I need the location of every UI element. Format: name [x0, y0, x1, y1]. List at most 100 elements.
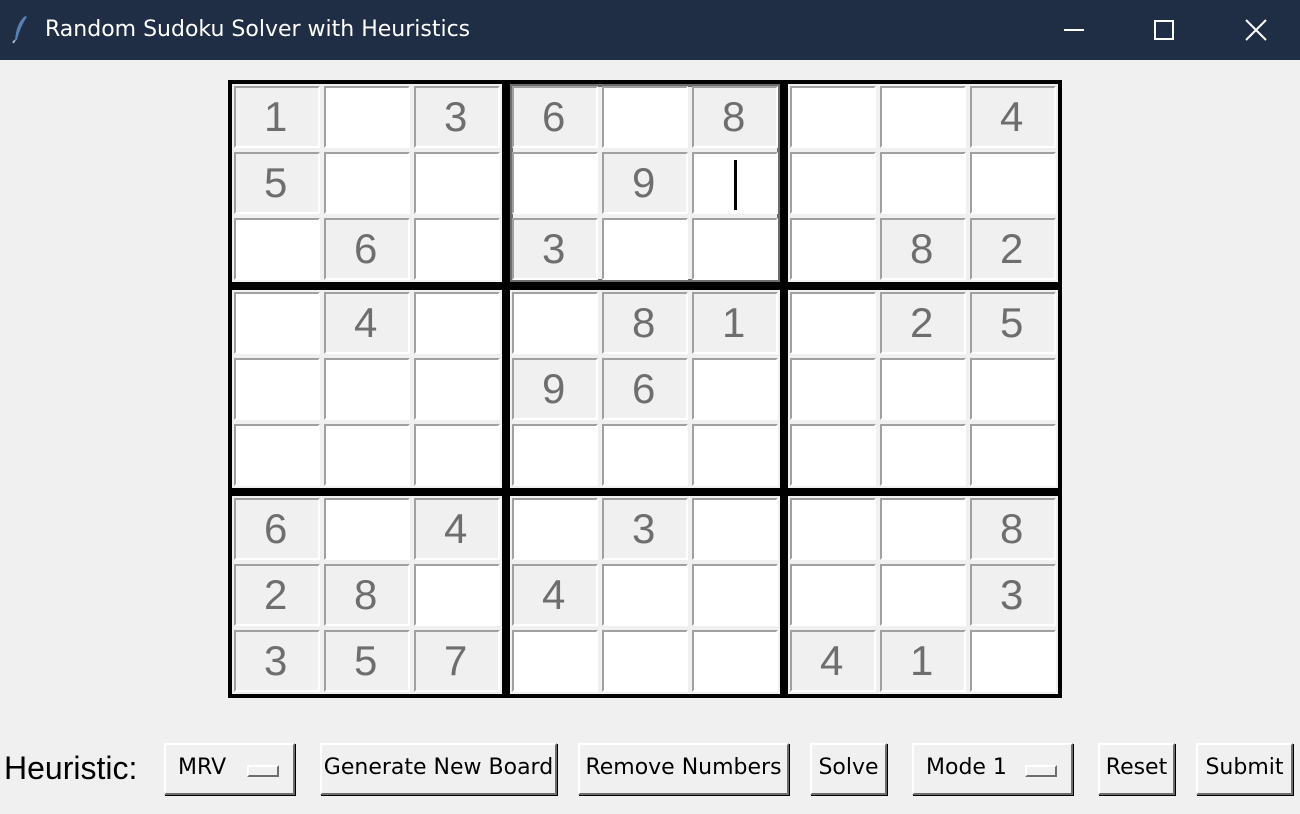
maximize-button[interactable]: [1118, 0, 1208, 60]
sudoku-cell[interactable]: 6: [324, 218, 410, 280]
close-icon: [1245, 19, 1267, 41]
sudoku-cell[interactable]: [970, 152, 1056, 214]
sudoku-cell[interactable]: [414, 358, 500, 420]
sudoku-cell[interactable]: 7: [414, 630, 500, 692]
sudoku-cell[interactable]: [324, 152, 410, 214]
sudoku-cell[interactable]: [414, 564, 500, 626]
sudoku-cell[interactable]: [880, 498, 966, 560]
solve-button[interactable]: Solve: [810, 743, 887, 795]
sudoku-cell[interactable]: 8: [324, 564, 410, 626]
sudoku-cell[interactable]: [880, 358, 966, 420]
sudoku-cell[interactable]: 5: [970, 292, 1056, 354]
sudoku-cell[interactable]: 3: [414, 86, 500, 148]
sudoku-cell[interactable]: [790, 498, 876, 560]
sudoku-cell[interactable]: [790, 86, 876, 148]
submit-button[interactable]: Submit: [1196, 743, 1293, 795]
sudoku-cell[interactable]: 3: [602, 498, 688, 560]
sudoku-cell[interactable]: [234, 218, 320, 280]
sudoku-cell[interactable]: [512, 292, 598, 354]
sudoku-cell[interactable]: 1: [234, 86, 320, 148]
text-cursor: [734, 160, 737, 210]
sudoku-cell[interactable]: [234, 358, 320, 420]
sudoku-cell[interactable]: [692, 630, 778, 692]
sudoku-cell[interactable]: [324, 498, 410, 560]
sudoku-cell[interactable]: [970, 358, 1056, 420]
sudoku-box: 83 41: [788, 496, 1058, 694]
sudoku-cell[interactable]: [692, 498, 778, 560]
sudoku-cell[interactable]: [414, 424, 500, 486]
sudoku-cell[interactable]: [692, 358, 778, 420]
sudoku-cell[interactable]: [880, 424, 966, 486]
sudoku-cell[interactable]: 8: [692, 86, 778, 148]
sudoku-cell[interactable]: [692, 564, 778, 626]
mode-value: Mode 1: [926, 755, 1007, 780]
title-bar: Random Sudoku Solver with Heuristics: [0, 0, 1300, 60]
sudoku-cell[interactable]: [324, 358, 410, 420]
sudoku-cell[interactable]: [970, 630, 1056, 692]
remove-numbers-button[interactable]: Remove Numbers: [578, 743, 789, 795]
sudoku-cell[interactable]: 3: [512, 218, 598, 280]
sudoku-cell[interactable]: [692, 218, 778, 280]
sudoku-cell[interactable]: 6: [602, 358, 688, 420]
sudoku-box: 4: [232, 290, 502, 488]
sudoku-cell[interactable]: [602, 86, 688, 148]
sudoku-cell[interactable]: 8: [602, 292, 688, 354]
sudoku-cell[interactable]: 1: [880, 630, 966, 692]
sudoku-cell[interactable]: 9: [602, 152, 688, 214]
sudoku-box: 6 4 28357: [232, 496, 502, 694]
sudoku-cell[interactable]: [234, 424, 320, 486]
sudoku-cell[interactable]: [234, 292, 320, 354]
sudoku-cell[interactable]: [414, 292, 500, 354]
sudoku-cell[interactable]: [790, 218, 876, 280]
minimize-button[interactable]: [1028, 0, 1118, 60]
sudoku-cell[interactable]: [512, 424, 598, 486]
sudoku-cell[interactable]: 2: [970, 218, 1056, 280]
sudoku-cell[interactable]: [602, 424, 688, 486]
sudoku-cell[interactable]: [790, 292, 876, 354]
sudoku-cell[interactable]: 8: [880, 218, 966, 280]
sudoku-cell[interactable]: [880, 86, 966, 148]
sudoku-cell[interactable]: 4: [414, 498, 500, 560]
maximize-icon: [1154, 20, 1174, 40]
sudoku-cell[interactable]: 3: [234, 630, 320, 692]
sudoku-cell[interactable]: [602, 564, 688, 626]
generate-new-board-button[interactable]: Generate New Board: [320, 743, 557, 795]
close-button[interactable]: [1210, 0, 1300, 60]
sudoku-cell[interactable]: 3: [970, 564, 1056, 626]
sudoku-cell[interactable]: [790, 564, 876, 626]
sudoku-cell[interactable]: [880, 152, 966, 214]
sudoku-cell[interactable]: 2: [234, 564, 320, 626]
sudoku-cell[interactable]: [414, 152, 500, 214]
dropdown-indicator-icon: [247, 765, 279, 777]
mode-dropdown[interactable]: Mode 1: [912, 743, 1073, 795]
reset-button[interactable]: Reset: [1098, 743, 1175, 795]
sudoku-cell[interactable]: 4: [324, 292, 410, 354]
sudoku-cell[interactable]: [602, 630, 688, 692]
sudoku-cell[interactable]: 4: [512, 564, 598, 626]
sudoku-cell[interactable]: 2: [880, 292, 966, 354]
sudoku-cell[interactable]: [512, 498, 598, 560]
sudoku-cell[interactable]: 5: [324, 630, 410, 692]
heuristic-dropdown[interactable]: MRV: [164, 743, 295, 795]
sudoku-cell[interactable]: [414, 218, 500, 280]
sudoku-cell[interactable]: [512, 630, 598, 692]
sudoku-cell[interactable]: [324, 424, 410, 486]
sudoku-cell[interactable]: [790, 424, 876, 486]
sudoku-cell[interactable]: 4: [970, 86, 1056, 148]
sudoku-cell[interactable]: [790, 358, 876, 420]
sudoku-cell[interactable]: [512, 152, 598, 214]
sudoku-cell[interactable]: 6: [512, 86, 598, 148]
sudoku-cell[interactable]: [880, 564, 966, 626]
sudoku-cell[interactable]: [790, 152, 876, 214]
sudoku-cell[interactable]: 1: [692, 292, 778, 354]
sudoku-cell[interactable]: 6: [234, 498, 320, 560]
sudoku-cell[interactable]: 9: [512, 358, 598, 420]
sudoku-cell[interactable]: [602, 218, 688, 280]
sudoku-cell[interactable]: 4: [790, 630, 876, 692]
sudoku-cell[interactable]: 8: [970, 498, 1056, 560]
sudoku-cell[interactable]: 5: [234, 152, 320, 214]
sudoku-cell[interactable]: [970, 424, 1056, 486]
sudoku-cell[interactable]: [692, 152, 778, 214]
sudoku-cell[interactable]: [324, 86, 410, 148]
sudoku-cell[interactable]: [692, 424, 778, 486]
